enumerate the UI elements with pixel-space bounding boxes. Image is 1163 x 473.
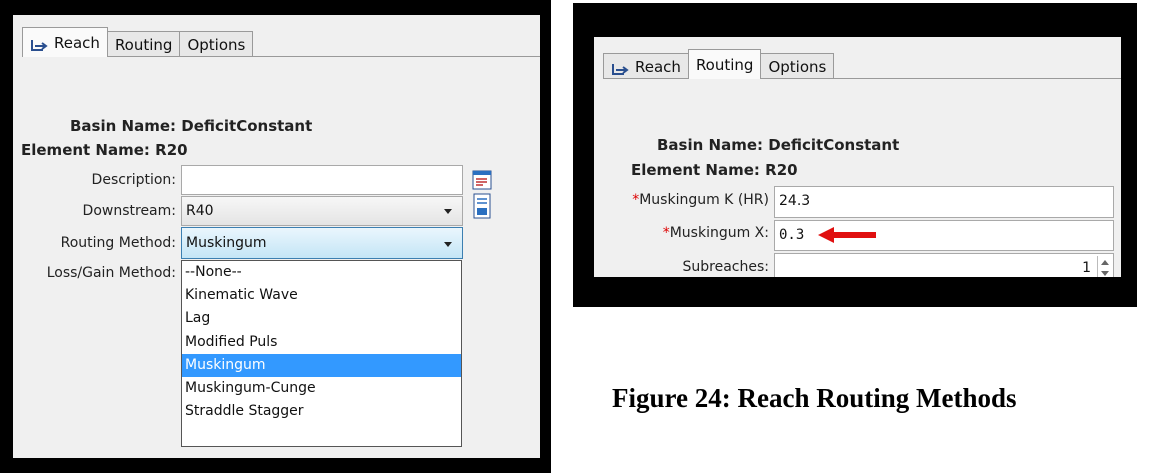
muskingum-k-label-row: *Muskingum K (HR) <box>632 192 769 208</box>
element-name-line: Element Name: R20 <box>631 161 798 179</box>
dropdown-option[interactable]: --None-- <box>182 261 461 284</box>
subreaches-value: 1 <box>1082 260 1091 276</box>
reach-icon <box>611 59 631 75</box>
basin-name-value: DeficitConstant <box>181 117 313 135</box>
tab-routing[interactable]: Routing <box>687 49 762 79</box>
basin-name-value: DeficitConstant <box>768 136 900 154</box>
downstream-label: Downstream: <box>82 203 176 219</box>
element-name-value: R20 <box>765 161 798 179</box>
downstream-select[interactable]: R40 <box>181 196 463 226</box>
description-field[interactable] <box>181 165 463 195</box>
tab-routing-label: Routing <box>695 55 754 74</box>
tab-options[interactable]: Options <box>179 31 254 57</box>
chevron-down-icon <box>444 209 452 214</box>
element-name-label: Element Name: <box>21 141 150 159</box>
element-name-line: Element Name: R20 <box>21 141 188 159</box>
required-marker: * <box>662 225 670 241</box>
tab-options-label: Options <box>768 57 827 76</box>
tab-routing[interactable]: Routing <box>106 31 181 57</box>
left-tab-bar: Reach Routing Options <box>22 27 254 57</box>
right-routing-editor: Reach Routing Options Basin Name: Defici… <box>594 37 1121 277</box>
tab-reach[interactable]: Reach <box>22 27 108 57</box>
dropdown-option-selected[interactable]: Muskingum <box>182 353 461 377</box>
downstream-selector-icon[interactable] <box>472 193 492 221</box>
tab-reach-label: Reach <box>635 57 681 76</box>
basin-name-label: Basin Name: <box>657 136 764 154</box>
loss-gain-label: Loss/Gain Method: <box>46 265 176 281</box>
routing-method-value: Muskingum <box>186 235 267 251</box>
dropdown-option[interactable]: Muskingum-Cunge <box>182 377 461 400</box>
description-label: Description: <box>91 172 176 188</box>
basin-name-line: Basin Name: DeficitConstant <box>657 136 899 154</box>
dropdown-option[interactable]: Lag <box>182 307 461 330</box>
annotation-arrow-icon <box>818 226 878 244</box>
spinner-arrows-icon[interactable] <box>1097 256 1111 277</box>
right-tab-bar: Reach Routing Options <box>603 49 835 79</box>
tab-options-label: Options <box>187 35 246 54</box>
dropdown-option[interactable]: Modified Puls <box>182 331 461 354</box>
chevron-down-icon <box>444 242 452 247</box>
dropdown-option[interactable]: Straddle Stagger <box>182 400 461 423</box>
downstream-value: R40 <box>186 203 214 219</box>
routing-method-select[interactable]: Muskingum <box>181 227 463 259</box>
description-editor-icon[interactable] <box>472 170 492 190</box>
routing-method-dropdown: --None-- Kinematic Wave Lag Modified Pul… <box>181 260 462 447</box>
muskingum-k-label: Muskingum K (HR) <box>639 192 769 208</box>
subreaches-label: Subreaches: <box>682 259 769 275</box>
basin-name-label: Basin Name: <box>70 117 177 135</box>
tab-reach[interactable]: Reach <box>603 53 689 79</box>
tab-routing-label: Routing <box>114 35 173 54</box>
muskingum-k-input[interactable]: 24.3 <box>774 186 1114 218</box>
tab-divider <box>603 78 1121 79</box>
reach-icon <box>30 35 50 51</box>
tab-options[interactable]: Options <box>760 53 835 79</box>
figure-caption: Figure 24: Reach Routing Methods <box>612 383 1017 413</box>
tab-reach-label: Reach <box>54 33 100 52</box>
element-name-label: Element Name: <box>631 161 760 179</box>
subreaches-stepper[interactable]: 1 <box>774 253 1114 277</box>
routing-method-label: Routing Method: <box>60 235 176 251</box>
muskingum-x-label-row: *Muskingum X: <box>663 225 769 241</box>
element-name-value: R20 <box>155 141 188 159</box>
basin-name-line: Basin Name: DeficitConstant <box>70 117 312 135</box>
muskingum-x-label: Muskingum X: <box>669 225 769 241</box>
dropdown-option[interactable]: Kinematic Wave <box>182 284 461 307</box>
